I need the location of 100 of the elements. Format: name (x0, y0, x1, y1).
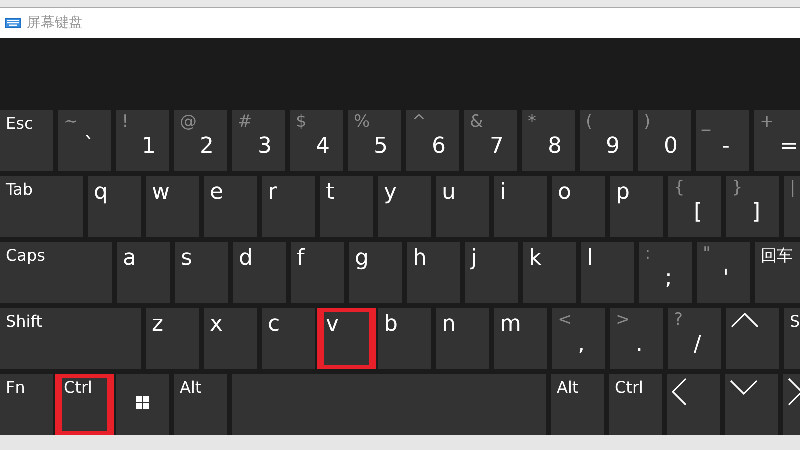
key-symbol: ` (84, 134, 95, 160)
keyboard-key[interactable]: Tab (0, 176, 83, 237)
keyboard-key[interactable]: ( 9 (580, 110, 633, 171)
keyboard-key[interactable]: * 8 (522, 110, 575, 171)
keyboard-key[interactable]: & 7 (464, 110, 517, 171)
chevron-left-icon (672, 378, 687, 406)
keyboard-key[interactable]: 回车 (755, 242, 800, 303)
keyboard-key[interactable]: k (523, 242, 576, 303)
shift-symbol: + (760, 112, 774, 132)
keyboard-key[interactable]: Caps (0, 242, 112, 303)
chevron-right-icon (788, 378, 800, 406)
keyboard-key[interactable]: l (581, 242, 634, 303)
keyboard-key[interactable]: ~ ` (58, 110, 111, 171)
key-symbol: , (578, 332, 585, 358)
keyboard-key[interactable]: y (378, 176, 431, 237)
window-title: 屏幕键盘 (27, 14, 83, 32)
keyboard-key[interactable]: n (436, 308, 489, 369)
keyboard-key[interactable]: b (378, 308, 431, 369)
keyboard-key[interactable]: % 5 (348, 110, 401, 171)
shift-symbol: : (645, 244, 651, 264)
keyboard-key[interactable]: + = (754, 110, 800, 171)
keyboard-key[interactable]: o (552, 176, 605, 237)
keyboard-key[interactable]: r (262, 176, 315, 237)
shift-symbol: > (616, 310, 630, 330)
key-symbol: [ (694, 200, 703, 226)
keyboard-key[interactable]: Ctrl (58, 374, 111, 435)
keyboard-key[interactable]: w (146, 176, 199, 237)
keyboard-key[interactable]: ? / (668, 308, 721, 369)
keyboard-key[interactable]: i (494, 176, 547, 237)
key-symbol: 9 (606, 134, 620, 160)
keyboard-key[interactable]: q (88, 176, 141, 237)
shift-symbol: < (558, 310, 572, 330)
keyboard-key[interactable]: z (146, 308, 199, 369)
keyboard-key[interactable]: a (117, 242, 170, 303)
key-symbol: 8 (548, 134, 562, 160)
keyboard-key[interactable]: > . (610, 308, 663, 369)
shift-symbol: ) (644, 112, 651, 132)
key-symbol: 2 (200, 134, 214, 160)
key-symbol: ; (665, 266, 672, 292)
keyboard-key[interactable]: c (262, 308, 315, 369)
key-symbol: . (636, 332, 643, 358)
key-symbol: 4 (316, 134, 330, 160)
key-symbol: / (694, 332, 702, 358)
chevron-down-icon (730, 380, 758, 395)
keyboard-key[interactable]: e (204, 176, 257, 237)
windows-logo-icon (136, 396, 149, 409)
keyboard-key[interactable]: Alt (551, 374, 604, 435)
keyboard-key[interactable] (726, 308, 779, 369)
keyboard-key[interactable]: x (204, 308, 257, 369)
shift-symbol: * (528, 112, 536, 132)
keyboard-key[interactable]: ! 1 (116, 110, 169, 171)
keyboard-key[interactable]: j (465, 242, 518, 303)
shift-symbol: ! (122, 112, 129, 132)
shift-symbol: $ (296, 112, 307, 132)
key-symbol: 6 (432, 134, 446, 160)
keyboard-key[interactable]: u (436, 176, 489, 237)
keyboard-key[interactable]: h (407, 242, 460, 303)
key-symbol: 0 (664, 134, 678, 160)
keyboard-key[interactable]: d (233, 242, 286, 303)
shift-symbol: # (238, 112, 252, 132)
keyboard-key[interactable]: s (175, 242, 228, 303)
keyboard-key[interactable]: Alt (174, 374, 227, 435)
keyboard-key[interactable]: ^ 6 (406, 110, 459, 171)
shift-symbol: ^ (412, 112, 426, 132)
keyboard-key[interactable]: S (784, 308, 800, 369)
keyboard-key[interactable]: p (610, 176, 663, 237)
keyboard-key[interactable]: : ; (639, 242, 692, 303)
keyboard-key[interactable]: Ctrl (609, 374, 662, 435)
keyboard-key[interactable]: # 3 (232, 110, 285, 171)
key-symbol: ] (752, 200, 761, 226)
keyboard-key[interactable]: Shift (0, 308, 141, 369)
key-symbol: 3 (258, 134, 272, 160)
keyboard-key[interactable]: g (349, 242, 402, 303)
key-symbol: 5 (374, 134, 388, 160)
keyboard-key[interactable]: $ 4 (290, 110, 343, 171)
keyboard-key[interactable]: Fn (0, 374, 53, 435)
key-symbol: ' (723, 266, 730, 292)
shift-symbol: ( (586, 112, 593, 132)
keyboard-key[interactable]: ) 0 (638, 110, 691, 171)
keyboard-key[interactable]: f (291, 242, 344, 303)
shift-symbol: % (354, 112, 370, 132)
keyboard-key[interactable]: @ 2 (174, 110, 227, 171)
keyboard-key[interactable]: Esc (0, 110, 53, 171)
keyboard-icon (5, 18, 21, 28)
key-symbol: 7 (490, 134, 504, 160)
keyboard-key[interactable]: | (784, 176, 800, 237)
keyboard-key[interactable]: _ - (696, 110, 749, 171)
keyboard-key[interactable]: m (494, 308, 547, 369)
keyboard-key[interactable]: < , (552, 308, 605, 369)
keyboard-key[interactable] (116, 374, 169, 435)
key-symbol: 1 (142, 134, 156, 160)
keyboard-key[interactable]: v (320, 308, 373, 369)
keyboard-key[interactable]: } ] (726, 176, 779, 237)
keyboard-key[interactable]: { [ (668, 176, 721, 237)
shift-symbol: | (790, 178, 796, 198)
keyboard-key[interactable]: " ' (697, 242, 750, 303)
shift-symbol: { (674, 178, 685, 198)
keyboard-key[interactable] (725, 374, 778, 435)
key-symbol: - (722, 134, 730, 160)
keyboard-key[interactable]: t (320, 176, 373, 237)
